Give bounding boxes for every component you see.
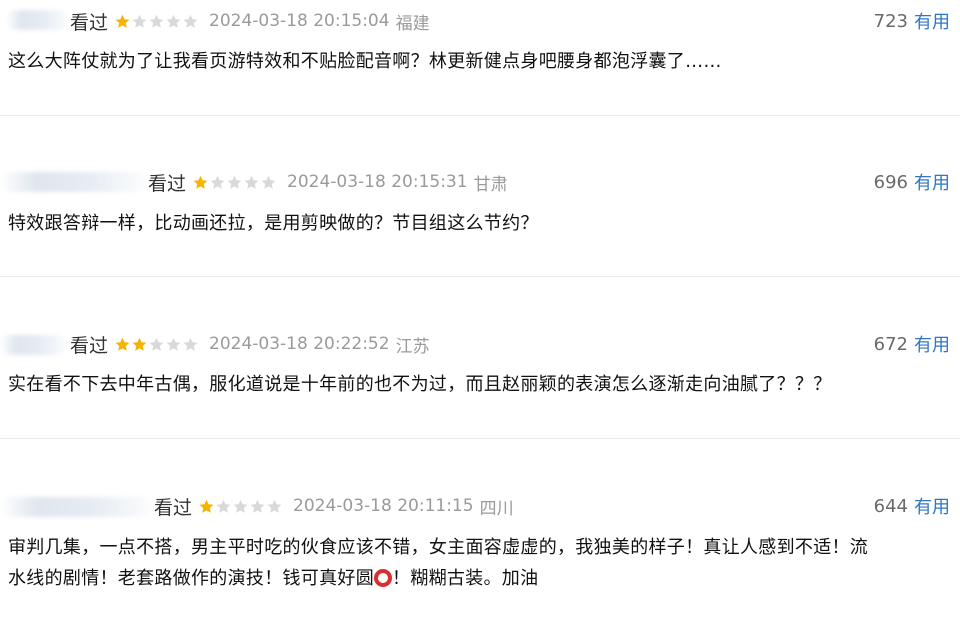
useful-button[interactable]: 有用 — [914, 331, 950, 357]
rating-stars — [114, 13, 199, 30]
star-empty-icon — [149, 14, 164, 28]
avatar[interactable] — [0, 172, 145, 192]
vote-count: 696 — [873, 171, 908, 193]
review-text: 这么大阵仗就为了让我看页游特效和不贴脸配音啊？林更新健点身吧腰身都泡浮囊了…… — [8, 51, 722, 72]
star-empty-icon — [227, 175, 242, 189]
vote-count: 723 — [873, 10, 908, 32]
watch-status: 看过 — [154, 496, 193, 519]
star-empty-icon — [233, 499, 248, 513]
watch-status: 看过 — [148, 172, 187, 195]
red-ring-emoji-icon — [374, 569, 392, 587]
star-filled-icon — [115, 14, 130, 28]
star-empty-icon — [216, 499, 231, 513]
star-filled-icon — [115, 337, 130, 351]
avatar[interactable] — [6, 10, 68, 30]
avatar[interactable] — [0, 497, 152, 517]
star-empty-icon — [261, 175, 276, 189]
star-empty-icon — [244, 175, 259, 189]
review-text-line: 水线的剧情！老套路做作的演技！钱可真好圆 ！糊糊古装。加油 — [8, 563, 952, 594]
useful-button[interactable]: 有用 — [914, 493, 950, 519]
star-empty-icon — [267, 499, 282, 513]
watch-status: 看过 — [70, 11, 109, 34]
review-location: 四川 — [479, 498, 514, 519]
divider — [0, 276, 960, 277]
star-filled-icon — [132, 337, 147, 351]
review-date: 2024-03-18 20:15:31 — [287, 172, 468, 192]
review-text-segment: 水线的剧情！老套路做作的演技！钱可真好圆 — [8, 568, 374, 589]
review-text-line: 审判几集，一点不搭，男主平时吃的伙食应该不错，女主面容虚虚的，我独美的样子！真让… — [8, 537, 869, 558]
review-date: 2024-03-18 20:15:04 — [209, 11, 390, 31]
useful-button[interactable]: 有用 — [914, 169, 950, 195]
star-empty-icon — [210, 175, 225, 189]
star-empty-icon — [166, 337, 181, 351]
star-filled-icon — [193, 175, 208, 189]
star-empty-icon — [250, 499, 265, 513]
rating-stars — [192, 174, 277, 191]
review-date: 2024-03-18 20:11:15 — [293, 496, 474, 516]
star-empty-icon — [149, 337, 164, 351]
star-filled-icon — [199, 499, 214, 513]
divider — [0, 438, 960, 439]
review-date: 2024-03-18 20:22:52 — [209, 334, 390, 354]
divider — [0, 115, 960, 116]
star-empty-icon — [132, 14, 147, 28]
star-empty-icon — [183, 337, 198, 351]
vote-count: 644 — [873, 495, 908, 517]
useful-button[interactable]: 有用 — [914, 8, 950, 34]
review-location: 江苏 — [395, 336, 430, 357]
watch-status: 看过 — [70, 334, 109, 357]
review-text: 特效跟答辩一样，比动画还拉，是用剪映做的？节目组这么节约？ — [8, 213, 539, 234]
star-empty-icon — [166, 14, 181, 28]
star-empty-icon — [183, 14, 198, 28]
avatar[interactable] — [0, 335, 66, 355]
rating-stars — [114, 336, 199, 353]
review-text-segment: ！糊糊古装。加油 — [392, 568, 539, 589]
review-text: 审判几集，一点不搭，男主平时吃的伙食应该不错，女主面容虚虚的，我独美的样子！真让… — [8, 532, 952, 594]
review-location: 甘肃 — [473, 174, 508, 195]
review-text: 实在看不下去中年古偶，服化道说是十年前的也不为过，而且赵丽颖的表演怎么逐渐走向油… — [8, 374, 832, 395]
rating-stars — [198, 498, 283, 515]
vote-count: 672 — [873, 333, 908, 355]
review-location: 福建 — [395, 13, 430, 34]
